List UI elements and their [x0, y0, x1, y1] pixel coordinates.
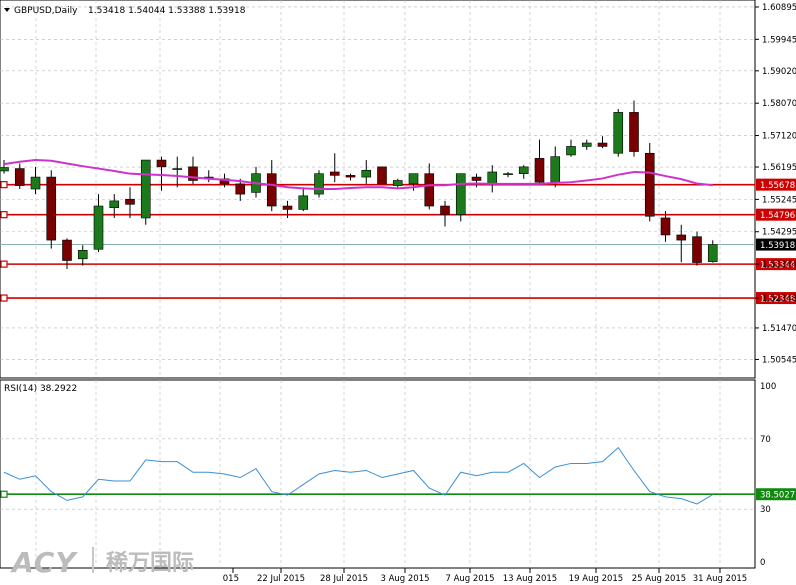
chart-window[interactable]: 1.55678 1.54796 1.53344 1.52348 38.5027 1.6…	[0, 0, 796, 585]
hline-handle	[0, 294, 8, 302]
logo-text: ACY	[10, 546, 78, 579]
price-tick-label: 1.58070	[762, 99, 796, 109]
candle-body	[77, 249, 88, 260]
candle-body	[629, 112, 639, 152]
candle-body	[140, 159, 151, 219]
candle-body	[282, 205, 293, 210]
date-tick-label: 25 Aug 2015	[632, 574, 686, 584]
candle-body	[487, 171, 498, 185]
hline-handle	[0, 181, 8, 189]
price-tick-label: 1.59020	[762, 67, 796, 77]
candle-body	[692, 236, 702, 263]
ohlc-values: 1.53418 1.54044 1.53388 1.53918	[88, 6, 246, 16]
candle-body	[62, 239, 72, 261]
date-tick-label: 28 Jul 2015	[320, 574, 368, 584]
price-tick-label: 1.51470	[762, 324, 796, 334]
rsi-tick-label: 70	[760, 435, 771, 445]
rsi-tick-label: 100	[760, 382, 776, 392]
candle-body	[172, 168, 183, 170]
candle-body	[581, 142, 592, 147]
date-tick-label: 13 Aug 2015	[503, 574, 557, 584]
candle-body	[424, 173, 435, 207]
candle-body	[0, 167, 9, 172]
candle-body	[660, 217, 671, 236]
rsi-panel[interactable]	[0, 379, 756, 569]
price-tick-label: 1.60895	[762, 3, 796, 13]
current-price-label: 1.53918	[760, 241, 795, 251]
candle-body	[440, 205, 450, 215]
rsi-label: RSI(14) 38.2922	[4, 384, 77, 394]
candle-body	[235, 183, 246, 195]
candle-body	[707, 244, 718, 262]
candle-body	[361, 169, 372, 178]
price-tick-label: 1.59945	[762, 35, 796, 45]
price-tick-label: 1.53344	[762, 260, 796, 270]
candle-body	[109, 200, 120, 209]
rsi-tick-label: 30	[760, 505, 771, 515]
price-panel[interactable]	[0, 0, 756, 379]
price-tick-label: 1.56195	[762, 163, 796, 173]
hline-price-label: 1.54796	[760, 211, 795, 221]
candle-body	[30, 176, 41, 190]
logo-cn-text: 稀万国际	[106, 550, 194, 576]
candle-body	[329, 171, 340, 176]
price-tick-label: 1.54295	[762, 228, 796, 238]
hline-price-label: 1.55678	[760, 181, 795, 191]
candle-body	[597, 142, 608, 147]
candle-body	[345, 175, 356, 178]
price-tick-label: 1.52348	[762, 294, 796, 304]
candle-body	[534, 158, 545, 183]
candle-body	[392, 180, 403, 186]
hline-handle	[0, 211, 8, 219]
date-tick-label: 22 Jul 2015	[257, 574, 305, 584]
candle-body	[125, 198, 135, 205]
date-tick-label: 19 Aug 2015	[569, 574, 623, 584]
candle-body	[566, 146, 576, 156]
date-tick-label: 3 Aug 2015	[380, 574, 429, 584]
candle-body	[503, 173, 513, 175]
candle-body	[518, 166, 529, 174]
candle-body	[298, 195, 309, 210]
candle-body	[46, 176, 57, 241]
chart-canvas[interactable]: 1.55678 1.54796 1.53344 1.52348 38.5027 1.6…	[0, 0, 796, 585]
candle-body	[471, 176, 482, 181]
rsi-level-handle	[0, 490, 8, 498]
symbol-title: GBPUSD,Daily	[14, 6, 78, 16]
candle-body	[613, 112, 624, 154]
candle-body	[93, 205, 104, 250]
rsi-axis: 100 70 30 0	[760, 382, 776, 568]
candle-body	[644, 152, 655, 217]
rsi-level-label: 38.5027	[760, 491, 795, 501]
candle-body	[14, 168, 25, 186]
candle-body	[408, 173, 419, 185]
rsi-tick-label: 0	[760, 558, 765, 568]
candle-body	[676, 234, 687, 241]
candle-body	[550, 156, 561, 183]
logo-divider	[92, 547, 94, 573]
hline-handle	[0, 260, 8, 268]
candle-body	[156, 159, 167, 168]
candle-body	[377, 166, 387, 185]
candle-body	[314, 173, 324, 195]
date-tick-label: 31 Aug 2015	[693, 574, 747, 584]
price-tick-label: 1.50545	[762, 355, 796, 365]
date-tick-label: 015	[223, 574, 239, 584]
date-axis: 015 22 Jul 2015 28 Jul 2015 3 Aug 2015 7 Aug…	[223, 568, 747, 584]
date-tick-label: 7 Aug 2015	[445, 574, 494, 584]
price-tick-label: 1.55245	[762, 195, 796, 205]
price-tick-label: 1.57120	[762, 132, 796, 142]
candle-body	[455, 173, 466, 215]
candle-body	[266, 173, 277, 207]
